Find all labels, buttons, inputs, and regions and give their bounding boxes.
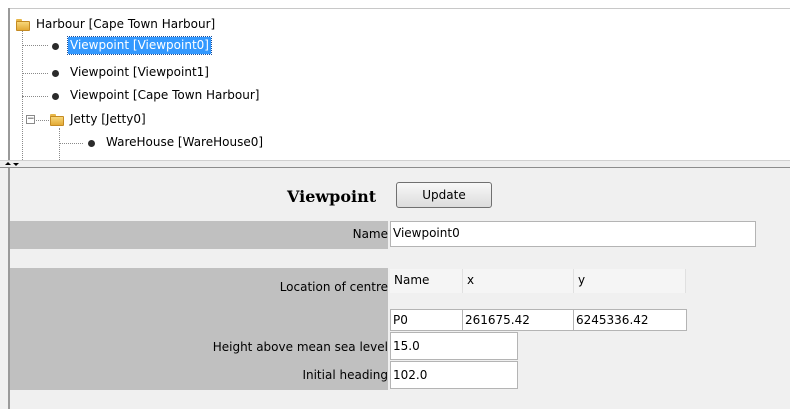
expand-down-icon[interactable] [13, 163, 19, 166]
tree-connector [59, 143, 83, 144]
table-cell-name[interactable]: P0 [390, 309, 463, 331]
object-tree[interactable]: Harbour [Cape Town Harbour] Viewpoint [V… [0, 0, 790, 160]
location-row-bar [10, 268, 388, 334]
tree-border-left [8, 8, 10, 160]
tree-node-harbour[interactable]: Harbour [Cape Town Harbour] [16, 16, 336, 34]
name-field[interactable]: Viewpoint0 [390, 221, 756, 247]
tree-node-label: WareHouse [WareHouse0] [106, 135, 264, 149]
expand-up-icon[interactable] [5, 162, 11, 165]
table-header-y[interactable]: y [574, 269, 686, 293]
table-cell-y[interactable]: 6245336.42 [573, 309, 687, 331]
folder-icon [50, 114, 64, 126]
tree-node-viewpoint-cape-town[interactable]: Viewpoint [Cape Town Harbour] [50, 87, 330, 105]
name-label: Name [352, 227, 388, 241]
tree-node-viewpoint0[interactable]: Viewpoint [Viewpoint0] [50, 36, 280, 55]
location-label: Location of centre [279, 280, 388, 294]
table-cell-x[interactable]: 261675.42 [462, 309, 574, 331]
table-header-x[interactable]: x [463, 269, 574, 293]
heading-label: Initial heading [302, 368, 388, 382]
tree-node-jetty[interactable]: Jetty [Jetty0] [50, 111, 210, 129]
folder-icon [16, 19, 30, 31]
tree-node-warehouse[interactable]: WareHouse [WareHouse0] [86, 134, 326, 152]
leaf-bullet-icon [52, 93, 59, 100]
tree-node-label: Viewpoint [Cape Town Harbour] [70, 88, 260, 102]
tree-node-viewpoint1[interactable]: Viewpoint [Viewpoint1] [50, 64, 280, 82]
collapse-toggle-icon[interactable]: − [26, 115, 35, 124]
tree-node-label: Viewpoint [Viewpoint0] [67, 36, 212, 55]
tree-node-label: Jetty [Jetty0] [70, 112, 146, 126]
tree-border-top [8, 8, 790, 9]
update-button[interactable]: Update [396, 182, 492, 208]
pane-splitter[interactable] [0, 160, 790, 168]
tree-connector [22, 73, 48, 74]
tree-connector [22, 96, 48, 97]
form-title: Viewpoint [287, 187, 377, 206]
heading-field[interactable]: 102.0 [390, 361, 518, 389]
height-field[interactable]: 15.0 [390, 332, 518, 360]
tree-node-label: Viewpoint [Viewpoint1] [70, 65, 209, 79]
table-header-name[interactable]: Name [390, 269, 463, 293]
leaf-bullet-icon [88, 140, 95, 147]
tree-node-label: Harbour [Cape Town Harbour] [36, 17, 216, 31]
property-form: Viewpoint Update Name Viewpoint0 Locatio… [0, 168, 790, 409]
tree-connector [59, 128, 60, 160]
tree-connector [22, 45, 48, 46]
leaf-bullet-icon [52, 43, 59, 50]
height-label: Height above mean sea level [212, 340, 388, 354]
leaf-bullet-icon [52, 70, 59, 77]
